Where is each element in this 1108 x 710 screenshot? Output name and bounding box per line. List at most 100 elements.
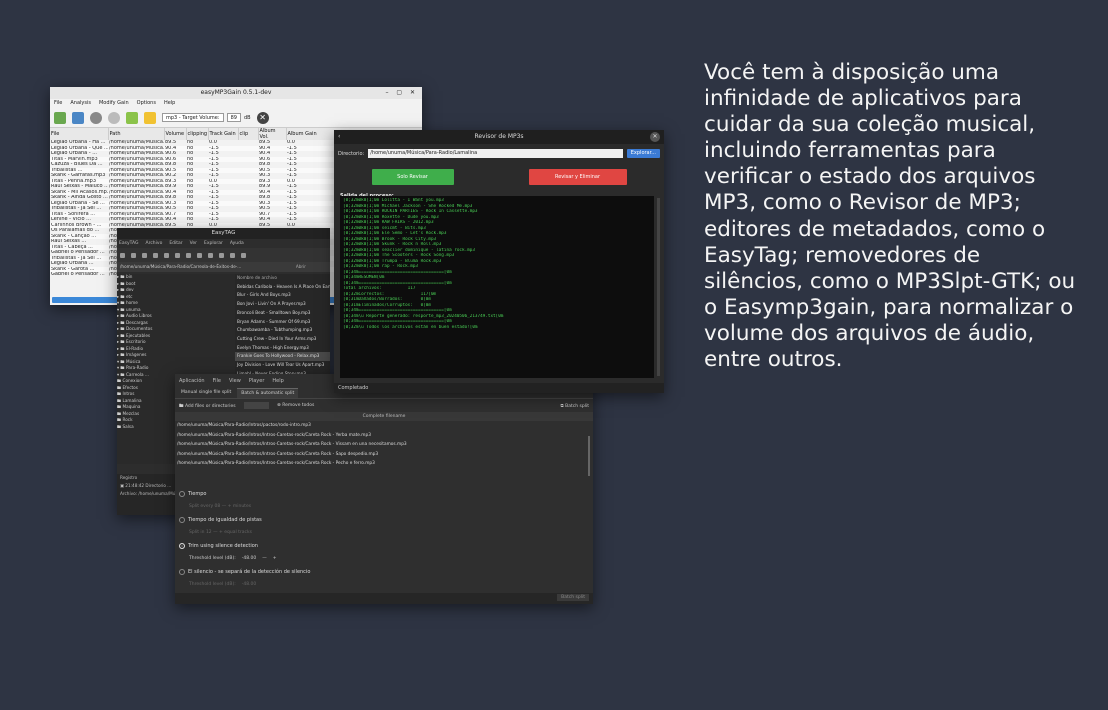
back-icon[interactable] (131, 252, 136, 258)
threshold-input[interactable]: -48.00 (242, 556, 257, 561)
analyze-icon[interactable] (90, 111, 102, 124)
column-header[interactable]: clipping (186, 128, 209, 140)
batch-split-label: Batch split (565, 403, 589, 409)
batch-toolbar: 🖿 Add files or directories ⊗ Remove todo… (175, 398, 593, 412)
status-bar: Batch split (175, 593, 593, 604)
file-item[interactable]: Bryan Adams - Summer Of 69.mp3 (235, 318, 330, 327)
batch-file-item[interactable]: /home/unuma/Música/Para-Radio/Intros/Int… (175, 431, 593, 441)
menu-archivo[interactable]: Archivo (146, 239, 163, 248)
menu-player[interactable]: Player (249, 374, 265, 388)
file-item[interactable]: Cutting Crew - Died In Your Arms.mp3 (235, 335, 330, 344)
toolbar (117, 248, 330, 262)
menu-file[interactable]: File (54, 99, 62, 108)
remove-all-label: Remove todos (282, 403, 315, 408)
batch-file-item[interactable]: /home/unuma/Música/Para-Radio/Intros/pac… (175, 421, 593, 431)
radio-equal[interactable] (179, 516, 185, 523)
scan-only-button[interactable]: Solo Revisar (371, 169, 454, 185)
scan-icon[interactable] (219, 252, 224, 258)
menu-view[interactable]: View (229, 374, 241, 388)
menu-aplicacion[interactable]: Aplicación (179, 374, 205, 388)
option-silence[interactable]: Trim using silence detection (179, 539, 587, 552)
menu-explorar[interactable]: Explorar (204, 239, 223, 248)
file-item[interactable]: Bon Jovi - Livin' On A Prayer.mp3 (235, 300, 330, 309)
file-item[interactable]: Broncoli Beat - Smalltown Boy.mp3 (235, 309, 330, 318)
batch-file-item[interactable]: /home/unuma/Música/Para-Radio/Intros/Int… (175, 440, 593, 450)
menu-easytag[interactable]: EasyTAG (119, 239, 139, 248)
previous-icon[interactable] (164, 252, 169, 258)
settings-icon[interactable] (241, 252, 246, 258)
option-silence-label: Trim using silence detection (188, 542, 258, 549)
radio-silence[interactable] (179, 542, 185, 549)
target-type-select[interactable]: mp3 - Target Volume: (162, 113, 224, 122)
file-item[interactable]: Bebidas Caribola - Heaven Is A Place On … (235, 283, 330, 292)
target-volume-input[interactable]: 89 (226, 113, 241, 122)
close-icon[interactable]: ✕ (650, 132, 660, 142)
search-icon[interactable] (230, 252, 235, 258)
column-header[interactable]: File (50, 128, 109, 140)
menu-modify-gain[interactable]: Modify Gain (99, 99, 129, 108)
threshold-increase[interactable]: + (273, 556, 277, 561)
directory-row: Directorio: /home/unuma/Música/Para-Radi… (334, 144, 664, 163)
radio-silence-split[interactable] (179, 568, 185, 575)
threshold2-label: Threshold level (dB): (189, 582, 236, 587)
status-text: Completado (334, 383, 664, 393)
option-equal[interactable]: Tiempo de igualdad de pistas (179, 513, 587, 526)
redo-icon[interactable] (197, 252, 202, 258)
undo-icon[interactable] (186, 252, 191, 258)
path-open-button[interactable]: Abrir (296, 262, 306, 272)
menu-file[interactable]: File (213, 374, 221, 388)
path-field[interactable]: /home/unuma/Música/Para-Radio/Carreola-d… (120, 264, 241, 269)
file-item[interactable]: Chumbawamba - Tubthumping.mp3 (235, 326, 330, 335)
menu-analysis[interactable]: Analysis (70, 99, 91, 108)
batch-split-button[interactable]: ⧉ Batch split (561, 403, 590, 409)
path-bar[interactable]: /home/unuma/Música/Para-Radio/Carreola-d… (117, 262, 330, 272)
menu-options[interactable]: Options (137, 99, 156, 108)
column-header[interactable]: clip (238, 128, 259, 140)
file-item[interactable]: Frankie Goes To Hollywood - Relax.mp3 (235, 352, 330, 362)
next-icon[interactable] (175, 252, 180, 258)
threshold-decrease[interactable]: — (262, 556, 267, 561)
menu-editar[interactable]: Editar (169, 239, 182, 248)
remove-all-button[interactable]: ⊗ Remove todos (277, 403, 314, 408)
apply-icon[interactable] (126, 111, 138, 124)
menu-help[interactable]: Help (272, 374, 283, 388)
menu-help[interactable]: Help (164, 99, 175, 108)
add-folder-icon[interactable] (72, 111, 84, 124)
option-silence-split[interactable]: El silencio - se separá de la detección … (179, 565, 587, 578)
column-header[interactable]: Path (108, 128, 165, 140)
threshold2-input[interactable]: -48.00 (242, 582, 257, 587)
bottom-batch-split-button[interactable]: Batch split (557, 594, 589, 601)
column-header[interactable]: Album Vol. (258, 128, 287, 140)
column-header[interactable]: Volume (164, 128, 187, 140)
batch-file-item[interactable]: /home/unuma/Música/Para-Radio/Intros/Int… (175, 450, 593, 460)
action-buttons: Solo Revisar Revisar y Eliminar (334, 163, 664, 191)
forward-icon[interactable] (142, 252, 147, 258)
file-item[interactable]: Blur - Girls And Boys.mp3 (235, 291, 330, 300)
tab-manual-split[interactable]: Manual single file split (177, 388, 235, 398)
add-files-button[interactable]: 🖿 Add files or directories (179, 402, 236, 410)
menu-ayuda[interactable]: Ayuda (230, 239, 244, 248)
file-item[interactable]: Evelyn Thomas - High Energy.mp3 (235, 344, 330, 353)
option-time[interactable]: Tiempo (179, 487, 587, 500)
column-header[interactable]: Track Gain (208, 128, 239, 140)
back-icon[interactable]: ‹ (338, 130, 340, 144)
scan-delete-button[interactable]: Revisar y Eliminar (528, 169, 627, 185)
tab-batch-split[interactable]: Batch & automatic split (237, 388, 299, 398)
scrollbar[interactable] (657, 198, 660, 376)
directory-label: Directorio: (338, 150, 365, 157)
undo-icon[interactable] (144, 111, 156, 124)
menu-ver[interactable]: Ver (190, 239, 197, 248)
gain-icon[interactable] (108, 111, 120, 124)
batch-file-item[interactable]: /home/unuma/Música/Para-Radio/Intros/Int… (175, 459, 593, 469)
add-file-icon[interactable] (54, 111, 66, 124)
first-icon[interactable] (153, 252, 158, 258)
close-icon[interactable]: ✕ (256, 111, 269, 124)
save-icon[interactable] (208, 252, 213, 258)
scrollbar[interactable] (588, 436, 590, 476)
window-controls[interactable]: – ▢ ✕ (385, 87, 418, 99)
explore-button[interactable]: Explorar... (626, 149, 660, 158)
file-item[interactable]: Joy Division - Love Will Tear Us Apart.m… (235, 361, 330, 370)
radio-time[interactable] (179, 490, 185, 497)
directory-input[interactable]: /home/unuma/Música/Para-Radio/Lamalina (368, 149, 623, 158)
open-icon[interactable] (120, 252, 125, 258)
